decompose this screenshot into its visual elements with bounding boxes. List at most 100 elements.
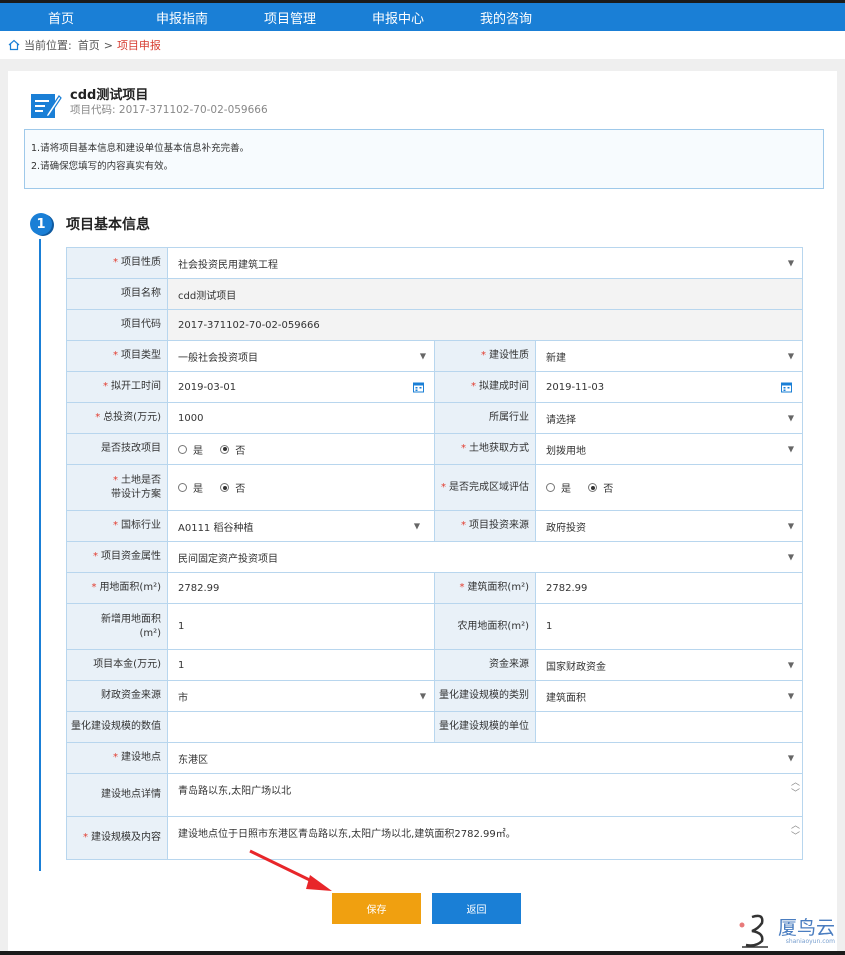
type-select[interactable]: 一般社会投资项目 ▼ <box>167 340 435 372</box>
nav-project-manage[interactable]: 项目管理 <box>264 8 372 27</box>
content-area: cdd测试项目 项目代码: 2017-371102-70-02-059666 1… <box>0 59 845 951</box>
farm-land-input[interactable]: 1 <box>535 603 803 650</box>
row-capital: 项目本金(万元) 1 资金来源 国家财政资金 ▼ <box>66 649 803 681</box>
nature-select[interactable]: 社会投资民用建筑工程 ▼ <box>167 247 803 279</box>
region-eval-no-radio[interactable]: 否 <box>588 480 613 495</box>
dropdown-arrow-icon: ▼ <box>787 552 794 562</box>
build-area-input[interactable]: 2782.99 <box>535 572 803 604</box>
location-select[interactable]: 东港区 ▼ <box>167 742 803 774</box>
nav-my-consult[interactable]: 我的咨询 <box>480 8 588 27</box>
tech-no-radio[interactable]: 否 <box>220 442 245 457</box>
project-title: cdd测试项目 <box>70 88 149 103</box>
dropdown-arrow-icon: ▼ <box>787 753 794 763</box>
watermark-logo: 厦鸟云 shaniaoyun.com <box>738 911 835 951</box>
row-name: 项目名称 cdd测试项目 <box>66 278 803 310</box>
row-area: * 用地面积(m²) 2782.99 * 建筑面积(m²) 2782.99 <box>66 572 803 604</box>
dropdown-arrow-icon: ▼ <box>787 413 794 423</box>
build-nature-select[interactable]: 新建 ▼ <box>535 340 803 372</box>
watermark-text: 厦鸟云 <box>778 916 836 939</box>
breadcrumb-current: 项目申报 <box>116 39 161 52</box>
row-dates: * 拟开工时间 2019-03-01 * 拟建成时间 2019-11-03 <box>66 371 803 403</box>
dropdown-arrow-icon: ▼ <box>787 258 794 268</box>
back-button[interactable]: 返回 <box>432 893 521 924</box>
start-date-input[interactable]: 2019-03-01 <box>167 371 435 403</box>
region-eval-yes-radio[interactable]: 是 <box>546 480 571 495</box>
fund-attr-select[interactable]: 民间固定资产投资项目 ▼ <box>167 541 803 573</box>
breadcrumb: 当前位置: 首页 > 项目申报 <box>0 31 845 59</box>
row-fiscal: 财政资金来源 市 ▼ 量化建设规模的类别 建筑面积 ▼ <box>66 680 803 712</box>
nav-declare-center[interactable]: 申报中心 <box>372 8 480 27</box>
industry-select[interactable]: 请选择 ▼ <box>535 402 803 434</box>
row-location: * 建设地点 东港区 ▼ <box>66 742 803 774</box>
dropdown-arrow-icon: ▼ <box>787 660 794 670</box>
land-method-select[interactable]: 划拨用地 ▼ <box>535 433 803 465</box>
location-detail-textarea[interactable]: 青岛路以东,太阳广场以北 ︿ ﹀ <box>167 773 803 817</box>
new-land-input[interactable]: 1 <box>167 603 435 650</box>
row-nature: * 项目性质 社会投资民用建筑工程 ▼ <box>66 247 803 279</box>
edit-document-icon <box>30 90 62 120</box>
red-pointer-arrow-icon <box>249 849 332 891</box>
row-type: * 项目类型 一般社会投资项目 ▼ * 建设性质 新建 ▼ <box>66 340 803 372</box>
tech-radio-group: 是 否 <box>167 433 435 465</box>
invest-source-select[interactable]: 政府投资 ▼ <box>535 510 803 542</box>
row-scale-value: 量化建设规模的数值 量化建设规模的单位 <box>66 711 803 743</box>
section-title: 项目基本信息 <box>66 217 150 233</box>
scale-value-input[interactable] <box>167 711 435 743</box>
dropdown-arrow-icon: ▼ <box>787 444 794 454</box>
bottom-strip <box>0 951 845 955</box>
finish-date-input[interactable]: 2019-11-03 <box>535 371 803 403</box>
scale-unit-input[interactable] <box>535 711 803 743</box>
row-tech: 是否技改项目 是 否 * 土地获取方式 划拨用地 ▼ <box>66 433 803 465</box>
home-icon <box>8 39 20 51</box>
capital-input[interactable]: 1 <box>167 649 435 681</box>
code-field: 2017-371102-70-02-059666 <box>167 309 803 341</box>
calendar-icon[interactable] <box>413 382 424 393</box>
notice-box: 1.请将项目基本信息和建设单位基本信息补充完善。 2.请确保您填写的内容真实有效… <box>24 129 824 189</box>
tech-yes-radio[interactable]: 是 <box>178 442 203 457</box>
dropdown-arrow-icon: ▼ <box>787 351 794 361</box>
dropdown-arrow-icon: ▼ <box>419 691 426 701</box>
region-eval-radio-group: 是 否 <box>535 464 803 511</box>
national-industry-select[interactable]: A0111 稻谷种植 ▼ <box>167 510 435 542</box>
fiscal-select[interactable]: 市 ▼ <box>167 680 435 712</box>
name-field: cdd测试项目 <box>167 278 803 310</box>
row-code: 项目代码 2017-371102-70-02-059666 <box>66 309 803 341</box>
bird-logo-icon <box>739 914 768 948</box>
project-header: cdd测试项目 项目代码: 2017-371102-70-02-059666 <box>30 88 268 120</box>
dropdown-arrow-icon: ▼ <box>787 521 794 531</box>
nav-home[interactable]: 首页 <box>48 8 156 27</box>
row-new-land: 新增用地面积 (m²) 1 农用地面积(m²) 1 <box>66 603 803 650</box>
breadcrumb-home-link[interactable]: 首页 <box>78 37 100 53</box>
row-national-industry: * 国标行业 A0111 稻谷种植 ▼ * 项目投资来源 政府投资 ▼ <box>66 510 803 542</box>
section-timeline-line <box>39 239 41 871</box>
row-invest: * 总投资(万元) 1000 所属行业 请选择 ▼ <box>66 402 803 434</box>
watermark-sub: shaniaoyun.com <box>785 937 836 945</box>
land-design-yes-radio[interactable]: 是 <box>178 480 203 495</box>
project-code: 项目代码: 2017-371102-70-02-059666 <box>70 104 268 116</box>
dropdown-arrow-icon: ▼ <box>787 691 794 701</box>
nav-guide[interactable]: 申报指南 <box>156 8 264 27</box>
row-land-design: * 土地是否 带设计方案 是 否 * 是否完成区域评估 是 否 <box>66 464 803 511</box>
main-nav: 首页 申报指南 项目管理 申报中心 我的咨询 <box>0 3 845 31</box>
land-design-radio-group: 是 否 <box>167 464 435 511</box>
breadcrumb-prefix: 当前位置: <box>24 39 72 52</box>
fund-source-select[interactable]: 国家财政资金 ▼ <box>535 649 803 681</box>
land-design-no-radio[interactable]: 否 <box>220 480 245 495</box>
notice-line-1: 1.请将项目基本信息和建设单位基本信息补充完善。 <box>31 143 250 154</box>
dropdown-arrow-icon: ▼ <box>413 521 420 531</box>
textarea-scroll-arrows[interactable]: ︿ ﹀ <box>791 778 800 800</box>
row-scale-content: * 建设规模及内容 建设地点位于日照市东港区青岛路以东,太阳广场以北,建筑面积27… <box>66 816 803 860</box>
section-number-badge: 1 <box>30 213 52 235</box>
textarea-scroll-arrows[interactable]: ︿ ﹀ <box>791 821 800 843</box>
save-button[interactable]: 保存 <box>332 893 421 924</box>
form-panel: cdd测试项目 项目代码: 2017-371102-70-02-059666 1… <box>8 71 837 951</box>
notice-line-2: 2.请确保您填写的内容真实有效。 <box>31 161 174 172</box>
row-fund-attr: * 项目资金属性 民间固定资产投资项目 ▼ <box>66 541 803 573</box>
scale-type-select[interactable]: 建筑面积 ▼ <box>535 680 803 712</box>
row-location-detail: 建设地点详情 青岛路以东,太阳广场以北 ︿ ﹀ <box>66 773 803 817</box>
project-info-form: * 项目性质 社会投资民用建筑工程 ▼ 项目名称 cdd测试项目 项目代码 2017… <box>66 247 803 860</box>
land-area-input[interactable]: 2782.99 <box>167 572 435 604</box>
dropdown-arrow-icon: ▼ <box>419 351 426 361</box>
calendar-icon[interactable] <box>781 382 792 393</box>
invest-input[interactable]: 1000 <box>167 402 435 434</box>
